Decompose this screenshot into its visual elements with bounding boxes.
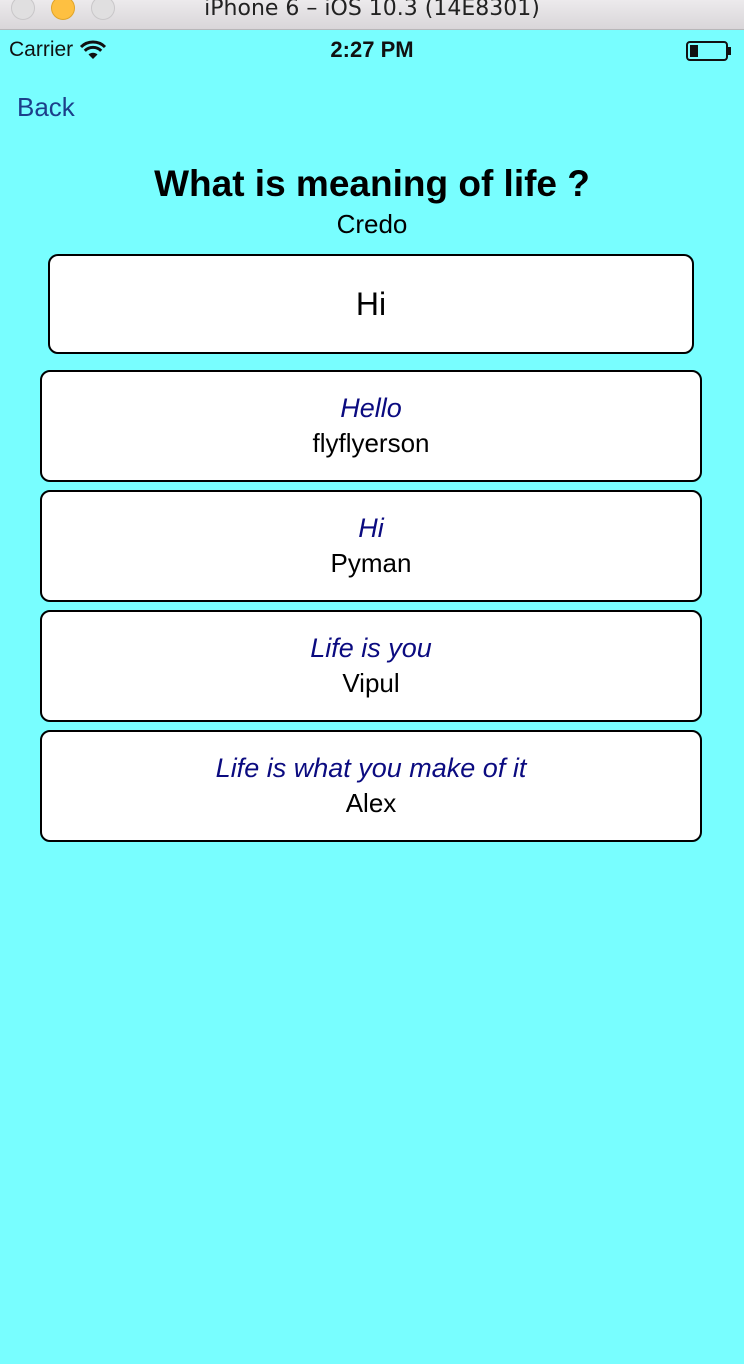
answer-author: Pyman <box>330 548 412 578</box>
simulator-title-bar: iPhone 6 – iOS 10.3 (14E8301) <box>0 0 744 30</box>
answer-card[interactable]: Life is what you make of it Alex <box>40 730 702 842</box>
question-author: Credo <box>336 209 408 239</box>
answer-text: Life is what you make of it <box>215 753 527 783</box>
answer-author: Alex <box>345 788 397 818</box>
answer-author: flyflyerson <box>312 428 430 458</box>
answer-text: Life is you <box>310 633 432 663</box>
battery-icon <box>686 41 732 61</box>
window-title: iPhone 6 – iOS 10.3 (14E8301) <box>204 0 540 21</box>
answer-author: Vipul <box>342 668 400 698</box>
answer-card[interactable]: Hi Pyman <box>40 490 702 602</box>
question-title: What is meaning of life ? <box>154 163 590 204</box>
answer-text: Hi <box>358 513 384 543</box>
answer-card[interactable]: Life is you Vipul <box>40 610 702 722</box>
status-time: 2:27 PM <box>330 37 414 62</box>
answer-text: Hello <box>340 393 402 423</box>
answer-list: Hello flyflyerson Hi Pyman Life is you V… <box>40 370 702 850</box>
back-button[interactable]: Back <box>17 92 75 123</box>
status-bar: Carrier 2:27 PM <box>0 30 744 70</box>
answer-card[interactable]: Hello flyflyerson <box>40 370 702 482</box>
answer-input[interactable] <box>48 254 694 354</box>
